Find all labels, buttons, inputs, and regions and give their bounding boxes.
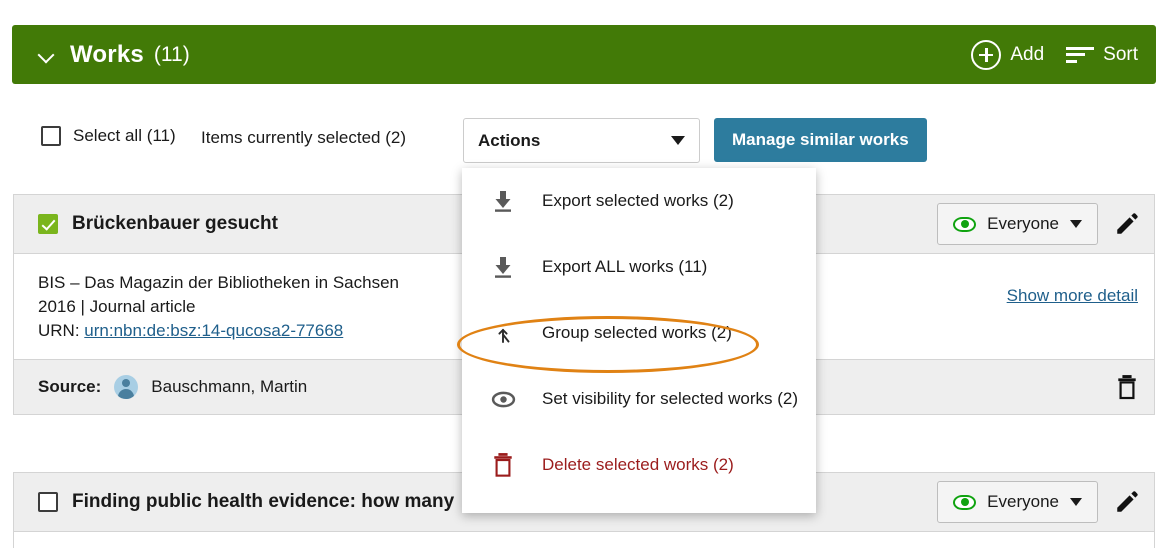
eye-icon <box>490 386 516 412</box>
download-icon <box>490 188 516 214</box>
work-title: Brückenbauer gesucht <box>72 213 278 234</box>
download-icon <box>490 254 516 280</box>
works-header: Works (11) Add Sort <box>12 25 1156 84</box>
merge-arrow-icon <box>490 320 516 346</box>
chevron-down-icon <box>1070 498 1082 506</box>
work-card-body <box>14 532 1154 548</box>
menu-item-label: Export ALL works (11) <box>542 257 708 276</box>
source-name: Bauschmann, Martin <box>151 377 308 396</box>
actions-dropdown-label: Actions <box>478 130 541 150</box>
select-all-label: Select all (11) <box>73 126 176 145</box>
work-title: Finding public health evidence: how many <box>72 491 455 512</box>
items-selected-label: Items currently selected (2) <box>201 128 407 147</box>
caret-down-icon <box>671 136 685 145</box>
add-button-label: Add <box>1010 43 1045 65</box>
menu-item-group-selected[interactable]: Group selected works (2) <box>462 300 816 366</box>
work-select-checkbox[interactable] <box>38 214 58 234</box>
header-actions: Add Sort <box>971 39 1138 70</box>
sort-button[interactable]: Sort <box>1066 44 1138 66</box>
select-all-control[interactable]: Select all (11) <box>41 126 176 146</box>
menu-item-export-all[interactable]: Export ALL works (11) <box>462 234 816 300</box>
works-count: (11) <box>153 42 190 66</box>
menu-item-label: Delete selected works (2) <box>542 455 734 474</box>
eye-icon <box>953 494 977 510</box>
menu-item-export-selected[interactable]: Export selected works (2) <box>462 168 816 234</box>
delete-source-button[interactable] <box>1116 374 1138 400</box>
select-all-checkbox[interactable] <box>41 126 61 146</box>
chevron-down-icon <box>1070 220 1082 228</box>
actions-dropdown-menu: Export selected works (2) Export ALL wor… <box>457 168 816 513</box>
menu-item-label: Group selected works (2) <box>542 323 732 342</box>
urn-label: URN: <box>38 321 85 340</box>
selection-toolbar: Select all (11) Items currently selected… <box>0 118 1168 168</box>
visibility-label: Everyone <box>987 214 1059 233</box>
work-card-controls: Everyone <box>937 481 1140 523</box>
trash-icon <box>490 452 516 478</box>
visibility-label: Everyone <box>987 492 1059 511</box>
actions-dropdown[interactable]: Actions <box>463 118 700 163</box>
person-avatar-icon <box>114 375 139 399</box>
show-more-detail-link[interactable]: Show more detail <box>1007 286 1138 306</box>
menu-item-delete-selected[interactable]: Delete selected works (2) <box>462 432 816 498</box>
manage-similar-works-button[interactable]: Manage similar works <box>714 118 927 162</box>
visibility-dropdown[interactable]: Everyone <box>937 203 1098 245</box>
urn-link[interactable]: urn:nbn:de:bsz:14-qucosa2-77668 <box>84 321 343 340</box>
plus-circle-icon <box>971 39 1002 70</box>
menu-item-label: Export selected works (2) <box>542 191 734 210</box>
pencil-icon[interactable] <box>1114 489 1140 515</box>
visibility-dropdown[interactable]: Everyone <box>937 481 1098 523</box>
eye-icon <box>953 216 977 232</box>
chevron-down-icon[interactable] <box>38 46 56 64</box>
page-title: Works <box>70 40 144 68</box>
source-label: Source: <box>38 377 102 396</box>
add-button[interactable]: Add <box>971 39 1045 70</box>
sort-button-label: Sort <box>1103 43 1138 65</box>
menu-item-set-visibility[interactable]: Set visibility for selected works (2) <box>462 366 816 432</box>
work-card-controls: Everyone <box>937 203 1140 245</box>
sort-lines-icon <box>1066 45 1095 65</box>
menu-item-label: Set visibility for selected works (2) <box>542 389 799 408</box>
pencil-icon[interactable] <box>1114 211 1140 237</box>
work-select-checkbox[interactable] <box>38 492 58 512</box>
